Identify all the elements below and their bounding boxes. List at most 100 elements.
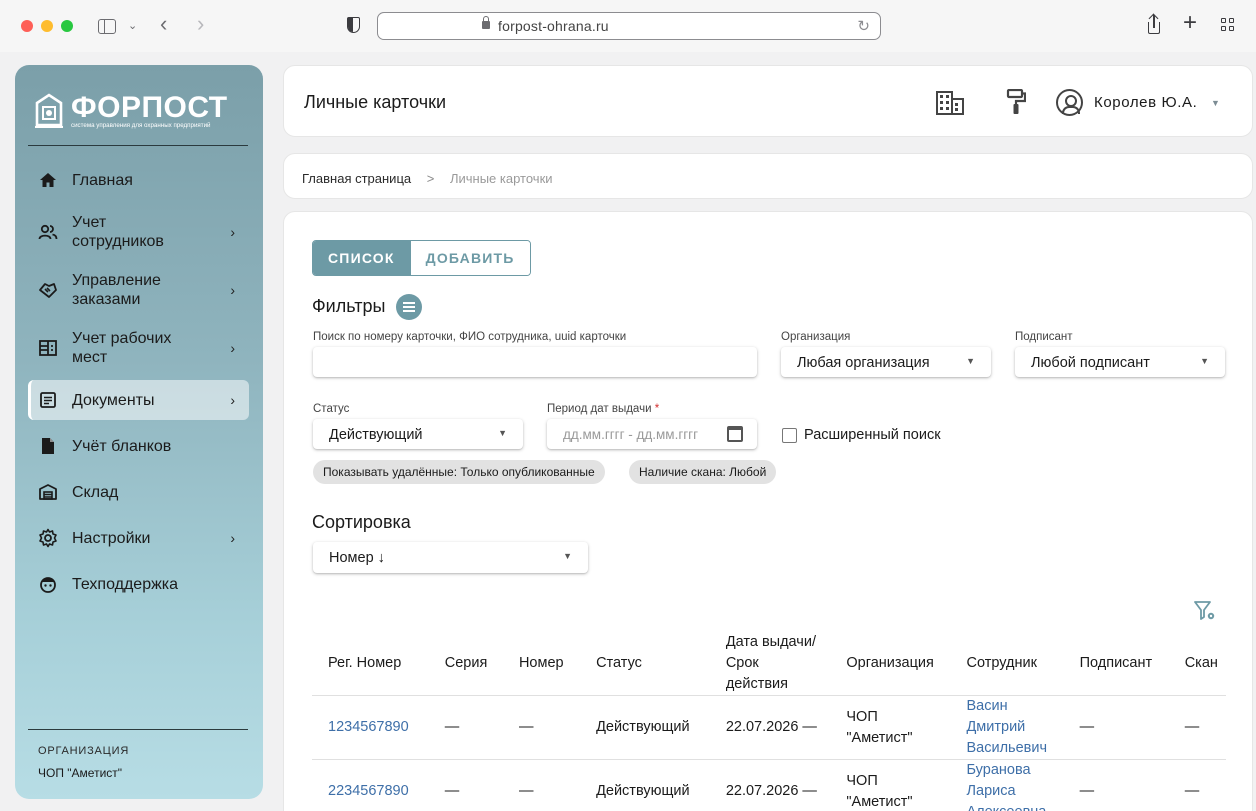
extended-search-label[interactable]: Расширенный поиск	[804, 427, 941, 443]
new-tab-icon[interactable]: +	[1183, 11, 1197, 35]
nav-item-warehouse[interactable]: Склад	[28, 472, 249, 512]
column-header[interactable]: Дата выдачи/Срок действия	[709, 632, 831, 696]
filter-toggle-icon[interactable]	[396, 294, 422, 320]
file-icon	[42, 438, 54, 454]
forward-icon[interactable]: ›	[197, 12, 204, 36]
logo-text: ФОРПОСТ	[71, 91, 228, 124]
nav-item-employees[interactable]: Учет сотрудников ›	[28, 206, 249, 258]
nav-item-blanks[interactable]: Учёт бланков	[28, 426, 249, 466]
address-bar[interactable]: forpost-ohrana.ru ↻	[377, 12, 881, 40]
column-header[interactable]: Рег. Номер	[312, 632, 429, 696]
filters-title: Фильтры	[312, 296, 386, 316]
signer-filter-select[interactable]: Любой подписант ▼	[1015, 347, 1225, 377]
logo-emblem-icon	[35, 93, 63, 128]
series-cell: —	[428, 695, 503, 760]
breadcrumb-home-link[interactable]: Главная страница	[302, 171, 411, 186]
calendar-icon[interactable]	[727, 426, 743, 442]
column-header[interactable]: Серия	[428, 632, 503, 696]
org-filter-select[interactable]: Любая организация ▼	[781, 347, 991, 377]
minimize-window-button[interactable]	[41, 20, 53, 32]
reg-number-link[interactable]: 1234567890	[312, 695, 429, 760]
caret-down-icon: ▼	[966, 356, 975, 366]
caret-down-icon: ▼	[1200, 356, 1209, 366]
column-header[interactable]: Номер	[502, 632, 581, 696]
paint-roller-icon[interactable]	[1006, 89, 1026, 115]
nav-item-label: Учет сотрудников	[72, 214, 164, 250]
privacy-shield-icon[interactable]	[347, 17, 360, 33]
search-input[interactable]	[313, 347, 757, 377]
caret-down-icon: ▼	[563, 551, 572, 561]
number-cell: —	[502, 759, 581, 811]
nav-item-label: Главная	[72, 171, 133, 189]
tab-overview-icon[interactable]	[1221, 18, 1235, 32]
nav-item-orders[interactable]: Управление заказами ›	[28, 264, 249, 316]
status-cell: Действующий	[580, 695, 710, 760]
sort-value: Номер ↓	[329, 550, 385, 566]
signer-filter-value: Любой подписант	[1031, 355, 1150, 371]
logo[interactable]: ФОРПОСТ система управления для охранных …	[33, 91, 251, 135]
scan-cell: —	[1168, 695, 1226, 760]
nav-item-workplaces[interactable]: Учет рабочих мест ›	[28, 322, 249, 374]
user-avatar-icon[interactable]	[1056, 89, 1083, 116]
back-icon[interactable]: ‹	[160, 12, 167, 36]
breadcrumb-separator: >	[426, 171, 435, 186]
nav-item-label: Управление заказами	[72, 272, 161, 308]
table-row[interactable]: 2234567890 — — Действующий 22.07.2026 — …	[312, 759, 1226, 811]
column-header[interactable]: Организация	[830, 632, 951, 696]
column-header[interactable]: Сотрудник	[950, 632, 1064, 696]
close-window-button[interactable]	[21, 20, 33, 32]
workplace-icon	[39, 340, 57, 356]
divider	[28, 729, 248, 730]
filter-settings-icon[interactable]	[1194, 600, 1216, 622]
reg-number-link[interactable]: 2234567890	[312, 759, 429, 811]
share-icon[interactable]	[1146, 13, 1162, 36]
organization-cell: ЧОП "Аметист"	[830, 759, 951, 811]
reload-icon[interactable]: ↻	[857, 17, 870, 35]
nav-item-home[interactable]: Главная	[28, 160, 249, 200]
chip-show-deleted[interactable]: Показывать удалённые: Только опубликован…	[313, 460, 605, 484]
caret-down-icon: ▼	[498, 428, 507, 438]
gear-icon	[39, 528, 57, 548]
extended-search-checkbox[interactable]	[782, 428, 797, 443]
breadcrumb-card: Главная страница > Личные карточки	[283, 153, 1253, 199]
chevron-right-icon: ›	[230, 340, 235, 356]
status-filter-select[interactable]: Действующий ▼	[313, 419, 523, 449]
chevron-right-icon: ›	[230, 392, 235, 408]
employee-link[interactable]: Буранова Лариса Алексеевна	[950, 759, 1064, 811]
period-date-range-input[interactable]: дд.мм.гггг - дд.мм.гггг	[547, 419, 757, 449]
user-menu-name[interactable]: Королев Ю.А.	[1094, 94, 1197, 111]
caret-down-icon[interactable]: ▼	[1211, 98, 1220, 108]
maximize-window-button[interactable]	[61, 20, 73, 32]
sidebar: ФОРПОСТ система управления для охранных …	[15, 65, 263, 799]
sort-select[interactable]: Номер ↓ ▼	[313, 542, 588, 573]
employee-link[interactable]: Васин Дмитрий Васильевич	[950, 695, 1064, 760]
building-icon[interactable]	[936, 91, 964, 115]
org-value: ЧОП "Аметист"	[38, 766, 123, 780]
breadcrumb-current: Личные карточки	[449, 171, 553, 186]
nav-item-documents[interactable]: Документы ›	[28, 380, 249, 420]
chevron-right-icon: ›	[230, 224, 235, 240]
warehouse-icon	[39, 484, 57, 500]
signer-cell: —	[1063, 759, 1169, 811]
table-row[interactable]: 1234567890 — — Действующий 22.07.2026 — …	[312, 695, 1226, 760]
nav-item-support[interactable]: Техподдержка	[28, 564, 249, 604]
lock-icon	[482, 16, 490, 29]
nav-item-label: Склад	[72, 483, 119, 501]
nav-item-label: Настройки	[72, 529, 151, 547]
column-header[interactable]: Статус	[580, 632, 710, 696]
document-icon	[40, 392, 56, 408]
url-text: forpost-ohrana.ru	[498, 18, 609, 34]
tab-list[interactable]: СПИСОК	[313, 241, 410, 275]
status-cell: Действующий	[580, 759, 710, 811]
column-header[interactable]: Подписант	[1063, 632, 1169, 696]
column-header[interactable]: Скан	[1168, 632, 1226, 696]
chip-scan-presence[interactable]: Наличие скана: Любой	[629, 460, 777, 484]
nav-item-settings[interactable]: Настройки ›	[28, 518, 249, 558]
sidebar-toggle-icon[interactable]	[98, 19, 116, 34]
chevron-right-icon: ›	[230, 530, 235, 546]
tab-add[interactable]: ДОБАВИТЬ	[409, 241, 530, 275]
chevron-down-icon[interactable]: ⌄	[128, 14, 137, 38]
scan-cell: —	[1168, 759, 1226, 811]
nav-item-label: Техподдержка	[72, 575, 179, 593]
home-icon	[40, 173, 56, 187]
